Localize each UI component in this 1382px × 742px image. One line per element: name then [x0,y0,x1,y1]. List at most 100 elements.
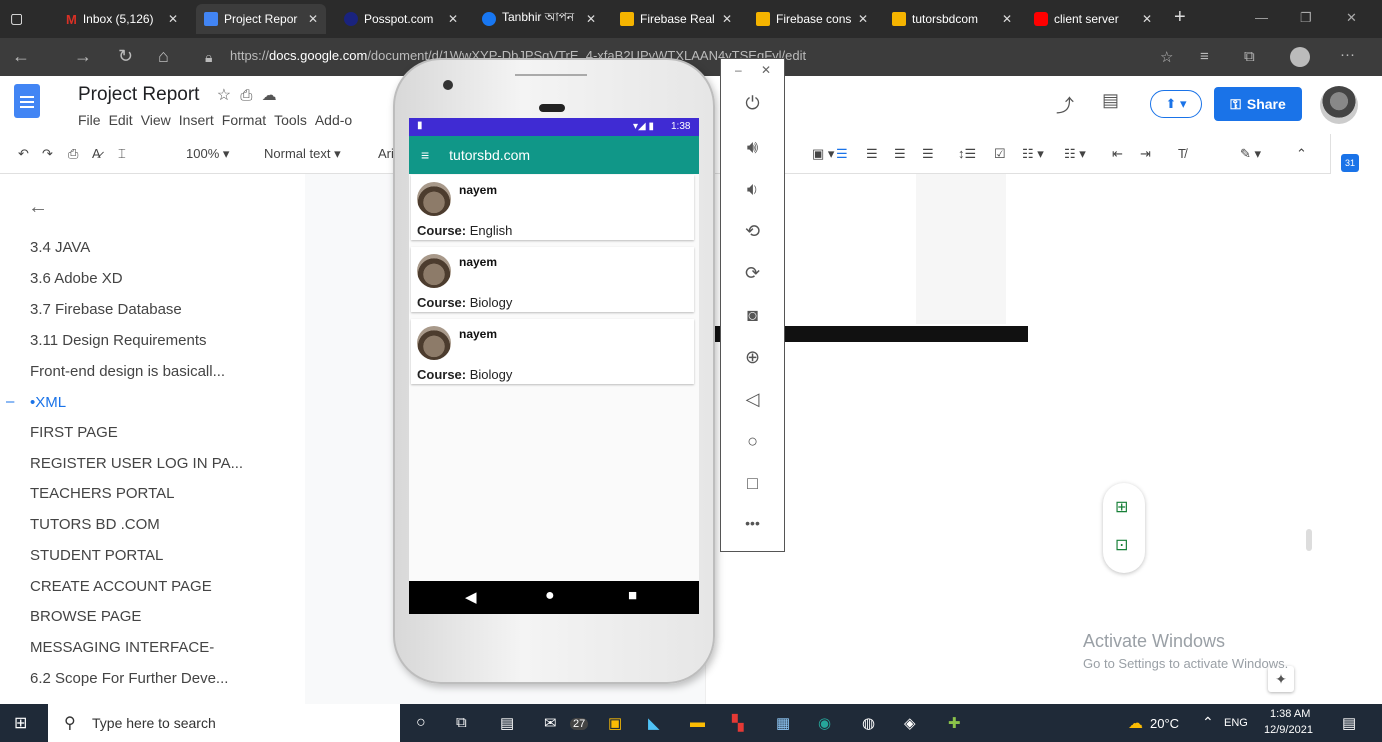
close-tab-icon[interactable]: ✕ [858,12,868,26]
tab-project-report[interactable]: Project Repor ✕ [196,4,326,34]
language-indicator[interactable]: ENG [1224,717,1248,729]
calendar-icon[interactable]: 31 [1341,154,1359,172]
course-card[interactable]: nayem Course: Biology [411,319,694,384]
share-button[interactable]: ⚿ Share [1214,87,1302,121]
outline-item[interactable]: CREATE ACCOUNT PAGE [30,578,212,595]
outline-item[interactable]: 3.7 Firebase Database [30,301,182,318]
mail-icon[interactable]: ✉ [544,714,557,732]
align-center-icon[interactable]: ☰ [866,146,878,162]
align-justify-icon[interactable]: ☰ [922,146,934,162]
align-right-icon[interactable]: ☰ [894,146,906,162]
outline-item-active[interactable]: •XML [30,394,66,411]
editing-mode-icon[interactable]: ✎ ▾ [1240,146,1261,162]
close-tab-icon[interactable]: ✕ [308,12,318,26]
back-icon[interactable]: ← [12,46,30,67]
tab-facebook[interactable]: Tanbhir আপন ✕ [474,4,604,34]
home-icon[interactable]: ○ [721,431,784,452]
paint-format-icon[interactable]: ⌶ [118,146,126,162]
screenshot-icon[interactable]: ◙ [721,305,784,326]
outline-item[interactable]: REGISTER USER LOG IN PA... [30,455,243,472]
clear-formatting-icon[interactable]: T̸ [1178,146,1186,161]
checklist-icon[interactable]: ☑ [994,146,1006,162]
weather-temp[interactable]: 20°C [1150,716,1179,731]
overview-icon[interactable]: □ [721,473,784,494]
redo-icon[interactable]: ↷ [42,146,53,162]
clock-date[interactable]: 12/9/2021 [1264,724,1313,736]
bullet-list-icon[interactable]: ☷ ▾ [1022,146,1044,162]
insert-image-icon[interactable]: ▣ ▾ [812,146,834,162]
file-explorer-icon[interactable]: ▬ [690,714,705,731]
refresh-icon[interactable]: ↻ [118,46,133,67]
new-tab-icon[interactable]: + [1174,6,1186,29]
rotate-left-icon[interactable]: ⟲ [721,221,784,242]
outline-item[interactable]: FIRST PAGE [30,424,118,441]
app-icon[interactable]: ▦ [776,714,790,732]
add-comment-icon[interactable]: ⊞ [1115,497,1128,517]
star-icon[interactable]: ☆ [217,87,231,104]
activity-icon[interactable]: ⤴ [1056,92,1074,118]
close-outline-icon[interactable]: ← [28,196,48,219]
document-title[interactable]: Project Report ☆ ⎙ ☁ [78,84,277,106]
numbered-list-icon[interactable]: ☷ ▾ [1064,146,1086,162]
outline-item[interactable]: MESSAGING INTERFACE- [30,639,214,656]
document-page[interactable] [705,174,1382,704]
favorite-icon[interactable]: ☆ [1160,48,1173,66]
tab-firebase-real[interactable]: Firebase Real ✕ [612,4,740,34]
user-avatar[interactable] [1320,86,1358,124]
close-tab-icon[interactable]: ✕ [1142,12,1152,26]
app-icon[interactable]: ▚ [732,714,744,732]
comments-icon[interactable]: ▤ [1102,90,1119,111]
close-tab-icon[interactable]: ✕ [448,12,458,26]
nav-recents-icon[interactable]: ■ [628,587,637,604]
edge-icon[interactable]: ◉ [818,714,831,732]
notifications-icon[interactable]: ▤ [1342,714,1356,732]
menu-edit[interactable]: Edit [109,112,133,128]
style-select[interactable]: Normal text ▾ [264,146,341,162]
zoom-select[interactable]: 100% ▾ [186,146,229,162]
clock-time[interactable]: 1:38 AM [1270,708,1310,720]
close-window-icon[interactable]: ✕ [1346,10,1357,26]
font-select[interactable]: Ari [378,146,394,161]
menu-tools[interactable]: Tools [274,112,307,128]
app-icon[interactable]: ◈ [904,714,916,732]
forward-icon[interactable]: → [74,46,92,67]
collapse-toolbar-icon[interactable]: ⌃ [1296,146,1307,162]
emulator-minimize-icon[interactable]: – [735,63,742,77]
task-view-icon[interactable]: ⧉ [456,714,467,731]
decrease-indent-icon[interactable]: ⇤ [1112,146,1123,162]
favorites-bar-icon[interactable]: ≡ [1200,48,1209,65]
menu-icon[interactable]: ≡ [421,147,429,163]
outline-item[interactable]: 3.6 Adobe XD [30,270,123,287]
move-icon[interactable]: ⎙ [240,87,252,104]
close-tab-icon[interactable]: ✕ [1002,12,1012,26]
outline-item[interactable]: TEACHERS PORTAL [30,485,174,502]
back-icon[interactable]: ◁ [721,389,784,410]
line-spacing-icon[interactable]: ↕☰ [958,146,976,162]
start-icon[interactable]: ⊞ [14,713,27,733]
menu-view[interactable]: View [141,112,171,128]
course-card[interactable]: nayem Course: English [411,175,694,240]
tab-posspot[interactable]: Posspot.com ✕ [336,4,466,34]
tab-client-server[interactable]: client server ✕ [1026,4,1160,34]
power-icon[interactable]: ⏻ [721,93,784,114]
course-card[interactable]: nayem Course: Biology [411,247,694,312]
tab-firebase-cons[interactable]: Firebase cons ✕ [748,4,876,34]
store-icon[interactable]: ▣ [608,714,622,732]
app-icon[interactable]: ◍ [862,714,875,732]
outline-item[interactable]: Front-end design is basicall... [30,363,225,380]
outline-item[interactable]: BROWSE PAGE [30,608,141,625]
volume-up-icon[interactable]: 🔊︎ [721,137,784,158]
present-button[interactable]: ⬆ ▾ [1150,90,1202,118]
tray-chevron-icon[interactable]: ⌃ [1202,714,1214,731]
more-icon[interactable]: ··· [1340,46,1355,63]
tab-tutorsbdcom[interactable]: tutorsbdcom ✕ [884,4,1020,34]
minimize-icon[interactable]: — [1255,10,1268,25]
volume-down-icon[interactable]: 🔉︎ [721,179,784,200]
scrollbar-thumb[interactable] [1306,529,1312,551]
outline-item[interactable]: 3.4 JAVA [30,239,90,256]
cloud-status-icon[interactable]: ☁ [262,87,277,104]
menu-insert[interactable]: Insert [179,112,214,128]
menu-format[interactable]: Format [222,112,266,128]
outline-item[interactable]: 6.2 Scope For Further Deve... [30,670,228,687]
close-tab-icon[interactable]: ✕ [586,12,596,26]
